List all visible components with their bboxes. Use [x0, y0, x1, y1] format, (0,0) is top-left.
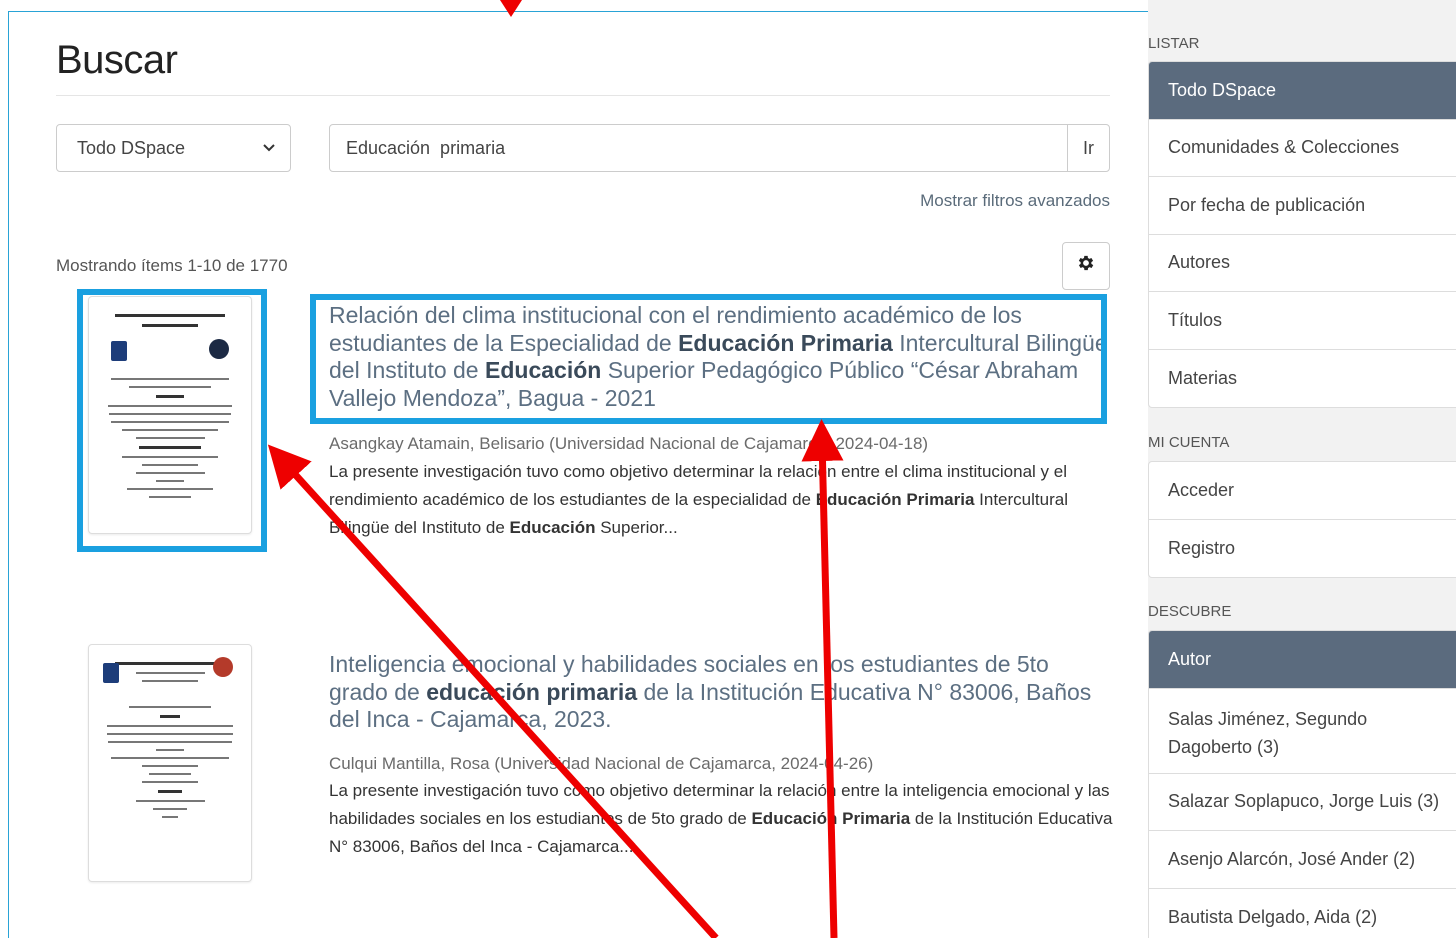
result-title-link[interactable]: Inteligencia emocional y habilidades soc…: [329, 651, 1109, 734]
sidebar-item-author-facet[interactable]: Asenjo Alarcón, José Ander (2): [1149, 831, 1456, 889]
sidebar-item-fecha[interactable]: Por fecha de publicación: [1149, 177, 1456, 235]
title-highlight-box: [310, 294, 1107, 424]
result-abstract: La presente investigación tuvo como obje…: [329, 462, 1068, 537]
advanced-filters-link[interactable]: Mostrar filtros avanzados: [920, 191, 1110, 211]
search-input[interactable]: Educación primaria: [329, 124, 1069, 172]
scope-select-value: Todo DSpace: [77, 137, 186, 158]
gear-icon: [1076, 253, 1096, 279]
sidebar-item-autores[interactable]: Autores: [1149, 235, 1456, 292]
title-divider: [56, 95, 1110, 96]
results-count: Mostrando ítems 1-10 de 1770: [56, 256, 288, 275]
result-meta: Culqui Mantilla, Rosa (Universidad Nacio…: [329, 754, 874, 773]
sidebar-heading-listar: LISTAR: [1148, 35, 1200, 52]
sidebar-item-materias[interactable]: Materias: [1149, 350, 1456, 408]
sidebar-item-author-facet[interactable]: Salazar Soplapuco, Jorge Luis (3): [1149, 774, 1456, 831]
sidebar-item-comunidades[interactable]: Comunidades & Colecciones: [1149, 120, 1456, 177]
sidebar-item-author-facet[interactable]: Salas Jiménez, Segundo Dagoberto (3): [1149, 689, 1456, 774]
scope-select[interactable]: Todo DSpace: [56, 124, 291, 172]
sidebar-heading-descubre: DESCUBRE: [1148, 603, 1232, 620]
search-input-value: Educación primaria: [346, 137, 506, 158]
sidebar-item-todo-dspace[interactable]: Todo DSpace: [1149, 62, 1456, 120]
settings-button[interactable]: [1062, 242, 1110, 290]
result-meta: Asangkay Atamain, Belisario (Universidad…: [329, 434, 929, 453]
sidebar-item-registro[interactable]: Registro: [1149, 520, 1456, 578]
page-title: Buscar: [56, 38, 178, 82]
sidebar-item-titulos[interactable]: Títulos: [1149, 292, 1456, 350]
chevron-down-icon: [262, 140, 276, 156]
thumbnail-highlight-box: [77, 289, 267, 552]
sidebar: LISTAR Todo DSpace Comunidades & Colecci…: [1148, 0, 1456, 938]
sidebar-heading-mi-cuenta: MI CUENTA: [1148, 434, 1230, 451]
sidebar-cuenta-group: Acceder Registro: [1148, 461, 1456, 578]
result-thumbnail[interactable]: [88, 644, 252, 882]
result-abstract: La presente investigación tuvo como obje…: [329, 781, 1113, 856]
sidebar-item-author-facet[interactable]: Bautista Delgado, Aida (2): [1149, 889, 1456, 938]
sidebar-item-acceder[interactable]: Acceder: [1149, 462, 1456, 520]
main-content: Buscar Todo DSpace Educación primaria Ir…: [56, 0, 1112, 938]
go-button[interactable]: Ir: [1067, 124, 1110, 172]
sidebar-item-autor[interactable]: Autor: [1149, 631, 1456, 689]
sidebar-listar-group: Todo DSpace Comunidades & Colecciones Po…: [1148, 61, 1456, 408]
sidebar-descubre-group: Autor Salas Jiménez, Segundo Dagoberto (…: [1148, 630, 1456, 938]
